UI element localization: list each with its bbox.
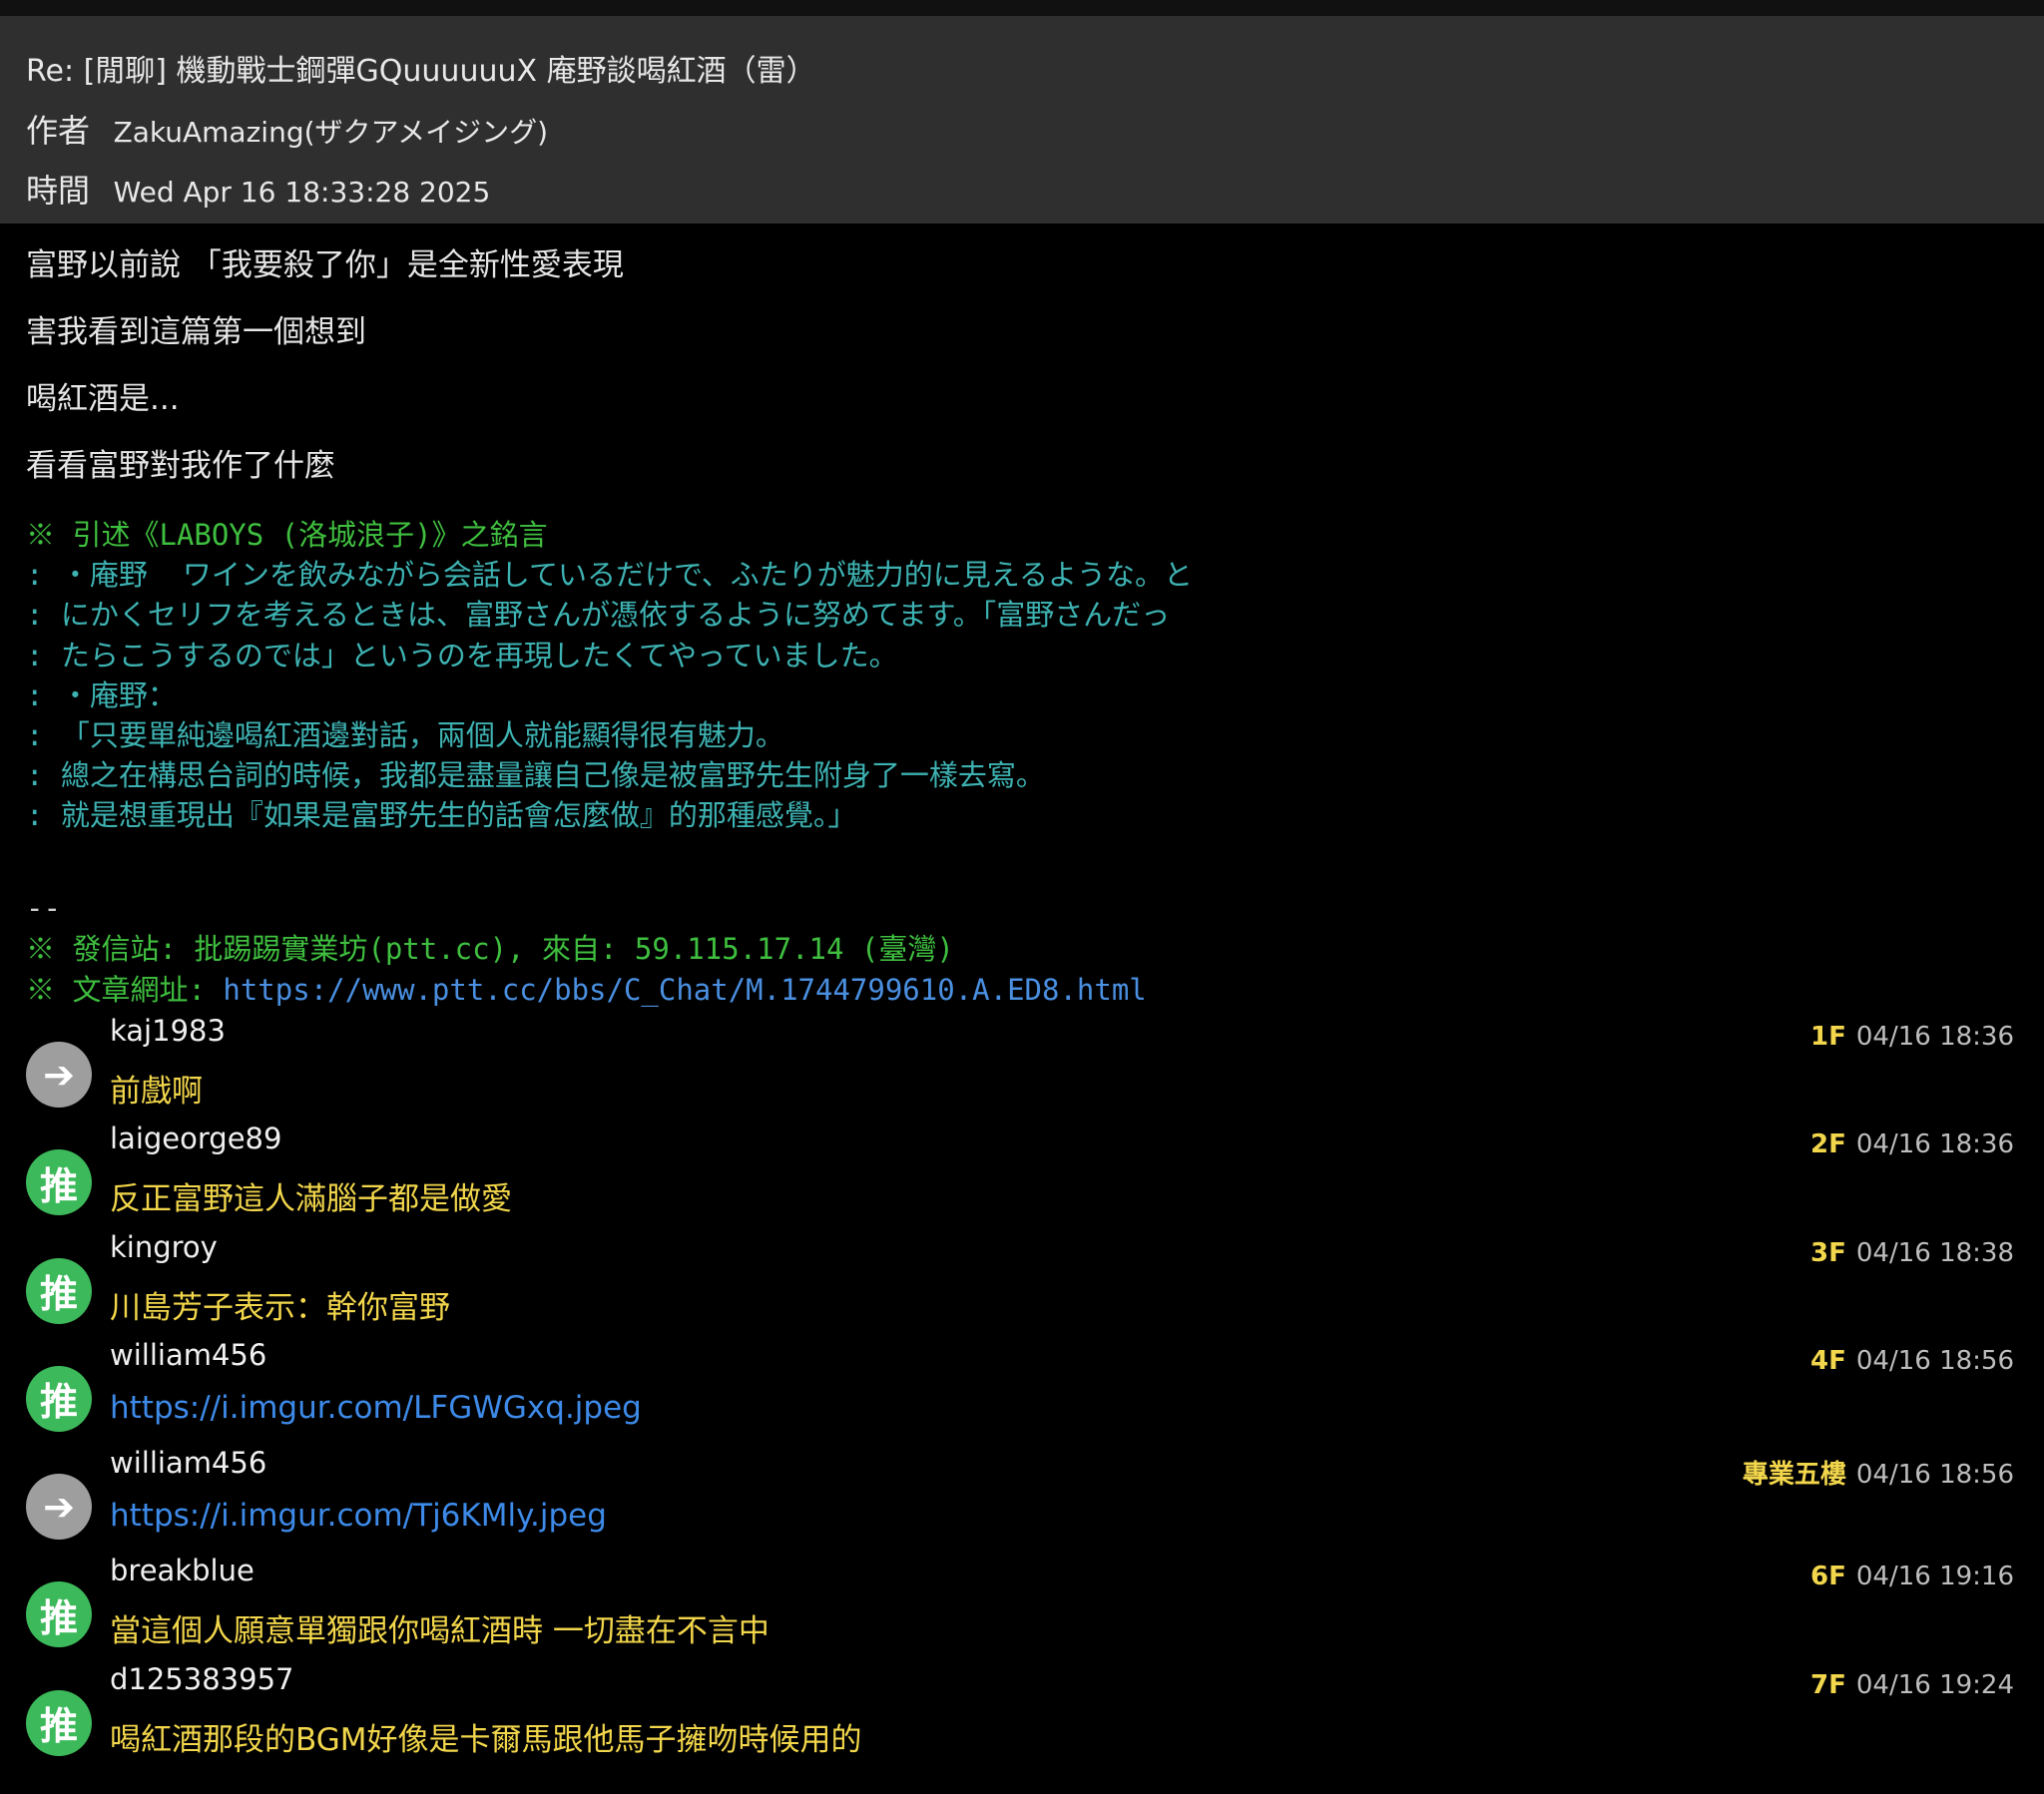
floor-number: 7F [1810, 1669, 1846, 1700]
quote-line: : ・庵野： [26, 677, 177, 712]
comment-user[interactable]: breakblue [110, 1554, 255, 1587]
comment-row: 推 william456 https://i.imgur.com/LFGWGxq.j… [0, 1338, 2044, 1446]
comment-text: 前戲啊 [110, 1074, 203, 1110]
comment-text: 當這個人願意單獨跟你喝紅酒時 一切盡在不言中 [110, 1613, 769, 1650]
quote-line: : にかくセリフを考えるときは、富野さんが憑依するように努めてます。「富野さんだ… [26, 598, 1171, 633]
quote-line: : 總之在構思台詞的時候，我都是盡量讓自己像是被富野先生附身了一樣去寫。 [26, 758, 1045, 793]
comment-user[interactable]: william456 [110, 1338, 266, 1372]
comment-user[interactable]: kaj1983 [110, 1014, 226, 1048]
signature-url-label: ※ 文章網址: [26, 973, 224, 1007]
floor-number: 6F [1810, 1562, 1846, 1592]
body-paragraph: 喝紅酒是... [26, 381, 180, 417]
comment-text: 喝紅酒那段的BGM好像是卡爾馬跟他馬子擁吻時候用的 [110, 1721, 862, 1758]
comment-user[interactable]: d125383957 [110, 1662, 293, 1696]
arrow-icon: ➔ [26, 1474, 92, 1541]
comment-meta: 專業五樓 04/16 18:56 [1743, 1454, 2014, 1491]
article-header: Re: [閒聊] 機動戰士鋼彈GQuuuuuuX 庵野談喝紅酒（雷） 作者 Za… [0, 16, 2044, 224]
comment-user[interactable]: william456 [110, 1446, 266, 1480]
top-status-bar [0, 0, 2044, 16]
comment-date: 04/16 18:36 [1855, 1129, 2014, 1160]
comment-meta: 2F 04/16 18:36 [1810, 1129, 2014, 1159]
push-icon: 推 [26, 1581, 92, 1648]
push-icon: 推 [26, 1149, 92, 1216]
comment-text: 反正富野這人滿腦子都是做愛 [110, 1181, 512, 1218]
comment-row: 推 breakblue 當這個人願意單獨跟你喝紅酒時 一切盡在不言中 6F 04/16 … [0, 1554, 2044, 1661]
comment-row: ➔ william456 https://i.imgur.com/Tj6KMly.j… [0, 1446, 2044, 1554]
comment-list: ➔ kaj1983 前戲啊 1F 04/16 18:36 推 laigeorge89 反正富野… [0, 1014, 2044, 1770]
comment-date: 04/16 19:16 [1855, 1562, 2014, 1592]
floor-number: 4F [1810, 1345, 1846, 1376]
time-label: 時間 [26, 172, 91, 210]
push-icon: 推 [26, 1257, 92, 1324]
quote-line: : たらこうするのでは」というのを再現したくてやっていました。 [26, 638, 898, 673]
signature-block: -- ※ 發信站: 批踢踢實業坊(ptt.cc), 來自: 59.115.17.1… [26, 888, 1147, 1011]
comment-meta: 4F 04/16 18:56 [1810, 1346, 2014, 1376]
comment-row: 推 laigeorge89 反正富野這人滿腦子都是做愛 2F 04/16 18:36 [0, 1121, 2044, 1229]
push-icon: 推 [26, 1365, 92, 1432]
comment-date: 04/16 18:38 [1855, 1237, 2014, 1268]
body-paragraph: 害我看到這篇第一個想到 [26, 314, 366, 350]
comment-row: 推 d125383957 喝紅酒那段的BGM好像是卡爾馬跟他馬子擁吻時候用的 7F 04… [0, 1662, 2044, 1770]
author-label: 作者 [26, 112, 91, 150]
quote-line: : 「只要單純邊喝紅酒邊對話，兩個人就能顯得很有魅力。 [26, 718, 784, 753]
comment-link[interactable]: https://i.imgur.com/LFGWGxq.jpeg [110, 1390, 642, 1426]
comment-date: 04/16 18:56 [1855, 1460, 2014, 1491]
article-title: Re: [閒聊] 機動戰士鋼彈GQuuuuuuX 庵野談喝紅酒（雷） [26, 54, 816, 89]
author-row: 作者 ZakuAmazing(ザクアメイジング) [26, 106, 548, 152]
comment-text: 川島芳子表示：幹你富野 [110, 1289, 450, 1326]
quote-line: : 就是想重現出『如果是富野先生的話會怎麼做』的那種感覺。」 [26, 798, 857, 833]
signature-url-row: ※ 文章網址: https://www.ptt.cc/bbs/C_Chat/M.… [26, 970, 1147, 1011]
author-name[interactable]: ZakuAmazing(ザクアメイジング) [114, 116, 548, 149]
body-paragraph: 富野以前說 「我要殺了你」是全新性愛表現 [26, 247, 624, 283]
comment-date: 04/16 18:36 [1855, 1022, 2014, 1052]
comment-row: 推 kingroy 川島芳子表示：幹你富野 3F 04/16 18:38 [0, 1230, 2044, 1338]
quote-line: : ・庵野 ワインを飲みながら会話しているだけで、ふたりが魅力的に見えるような。… [26, 558, 1193, 593]
comment-date: 04/16 18:56 [1855, 1345, 2014, 1376]
quote-header: ※ 引述《LABOYS (洛城浪子)》之銘言 [26, 518, 548, 552]
comment-user[interactable]: kingroy [110, 1230, 218, 1264]
body-paragraph: 看看富野對我作了什麼 [26, 448, 335, 484]
floor-number: 專業五樓 [1742, 1460, 1846, 1491]
signature-station: ※ 發信站: 批踢踢實業坊(ptt.cc), 來自: 59.115.17.14 … [26, 932, 954, 966]
time-row: 時間 Wed Apr 16 18:33:28 2025 [26, 166, 490, 212]
comment-date: 04/16 19:24 [1855, 1669, 2014, 1700]
floor-number: 3F [1810, 1237, 1846, 1268]
comment-meta: 3F 04/16 18:38 [1810, 1238, 2014, 1268]
comment-meta: 6F 04/16 19:16 [1810, 1562, 2014, 1591]
comment-user[interactable]: laigeorge89 [110, 1121, 281, 1155]
push-icon: 推 [26, 1689, 92, 1756]
floor-number: 1F [1810, 1022, 1846, 1052]
comment-row: ➔ kaj1983 前戲啊 1F 04/16 18:36 [0, 1014, 2044, 1121]
quoted-text: ※ 引述《LABOYS (洛城浪子)》之銘言 : ・庵野 ワインを飲みながら会話し… [26, 515, 1193, 836]
comment-meta: 7F 04/16 19:24 [1810, 1670, 2014, 1700]
article-body: 富野以前說 「我要殺了你」是全新性愛表現 害我看到這篇第一個想到 喝紅酒是...… [26, 245, 2012, 513]
arrow-icon: ➔ [26, 1042, 92, 1108]
comment-link[interactable]: https://i.imgur.com/Tj6KMly.jpeg [110, 1498, 607, 1534]
article-url-link[interactable]: https://www.ptt.cc/bbs/C_Chat/M.17447996… [223, 973, 1146, 1007]
floor-number: 2F [1810, 1129, 1846, 1160]
signature-divider: -- [26, 891, 61, 925]
comment-meta: 1F 04/16 18:36 [1810, 1022, 2014, 1052]
post-time: Wed Apr 16 18:33:28 2025 [113, 176, 491, 209]
